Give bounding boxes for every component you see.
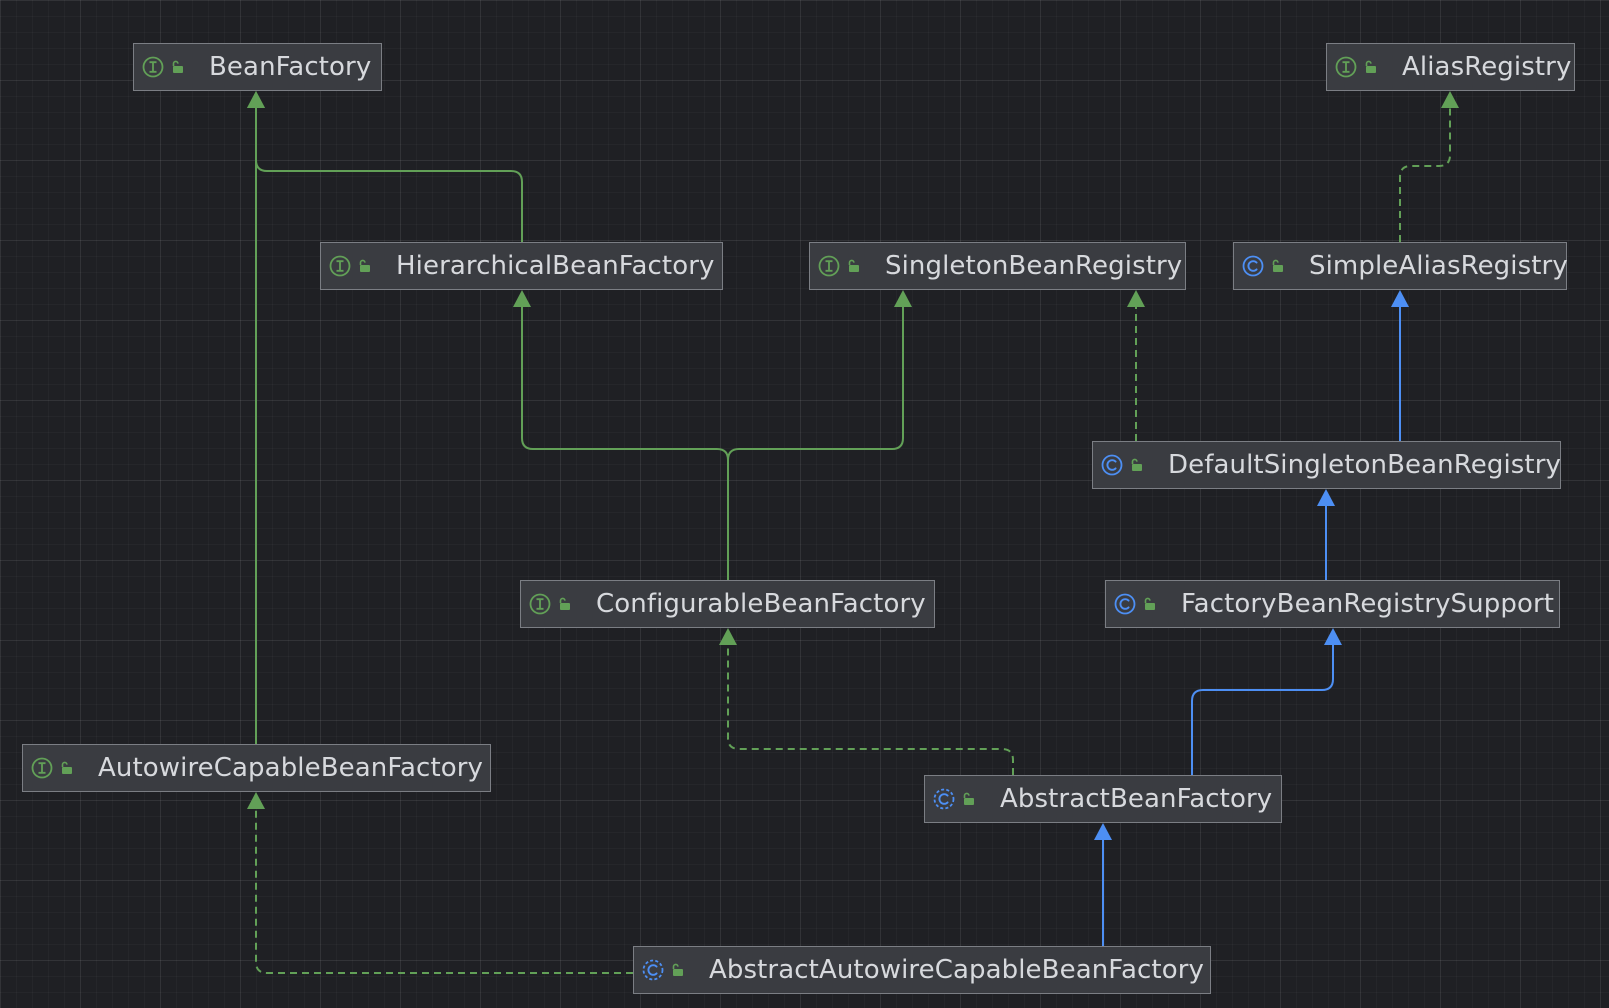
inheritance-edges (247, 91, 1459, 974)
node-bean-factory[interactable]: BeanFactory (133, 43, 382, 91)
node-alias-registry[interactable]: AliasRegistry (1326, 43, 1575, 91)
edge-default-singleton-bean-registry-to-singleton-bean-registry (1127, 290, 1145, 441)
abstract-class-icon (932, 787, 956, 811)
node-label: AbstractBeanFactory (1000, 784, 1273, 814)
edge-hierarchical-bean-factory-to-bean-factory (247, 91, 523, 242)
edge-abstract-autowire-capable-bean-factory-to-autowire-capable-bean-factory (247, 792, 633, 974)
edge-default-singleton-bean-registry-to-simple-alias-registry (1391, 290, 1409, 441)
node-label: AliasRegistry (1402, 52, 1572, 82)
edge-line (255, 107, 523, 242)
node-autowire-capable-bean-factory[interactable]: AutowireCapableBeanFactory (22, 744, 491, 792)
public-access-icon (1143, 597, 1157, 611)
edge-configurable-bean-factory-to-hierarchical-bean-factory (513, 290, 729, 580)
node-label: FactoryBeanRegistrySupport (1181, 589, 1555, 619)
edge-factory-bean-registry-support-to-default-singleton-bean-registry (1317, 489, 1335, 580)
edge-arrowhead (1094, 823, 1112, 840)
edge-abstract-autowire-capable-bean-factory-to-abstract-bean-factory (1094, 823, 1112, 946)
edge-arrowhead (1441, 91, 1459, 108)
node-factory-bean-registry-support[interactable]: FactoryBeanRegistrySupport (1105, 580, 1560, 628)
public-access-icon (558, 597, 572, 611)
node-label: SingletonBeanRegistry (885, 251, 1183, 281)
node-label: AbstractAutowireCapableBeanFactory (709, 955, 1204, 985)
edge-arrowhead (513, 290, 531, 307)
node-hierarchical-bean-factory[interactable]: HierarchicalBeanFactory (320, 242, 723, 290)
public-access-icon (60, 761, 74, 775)
node-label: AutowireCapableBeanFactory (98, 753, 484, 783)
edge-arrowhead (247, 91, 265, 108)
public-access-icon (1271, 259, 1285, 273)
uml-diagram-canvas[interactable]: BeanFactory AliasRegistry HierarchicalBean… (0, 0, 1609, 1008)
node-label: ConfigurableBeanFactory (596, 589, 926, 619)
interface-icon (30, 756, 54, 780)
node-simple-alias-registry[interactable]: SimpleAliasRegistry (1233, 242, 1568, 290)
interface-icon (817, 254, 841, 278)
node-label: DefaultSingletonBeanRegistry (1168, 450, 1561, 480)
edge-abstract-bean-factory-to-configurable-bean-factory (719, 628, 1014, 775)
class-icon (1100, 453, 1124, 477)
interface-icon (328, 254, 352, 278)
edge-arrowhead (1391, 290, 1409, 307)
node-default-singleton-bean-registry[interactable]: DefaultSingletonBeanRegistry (1092, 441, 1561, 489)
interface-icon (1334, 55, 1358, 79)
node-abstract-autowire-capable-bean-factory[interactable]: AbstractAutowireCapableBeanFactory (633, 946, 1211, 994)
public-access-icon (1364, 60, 1378, 74)
abstract-class-icon (641, 958, 665, 982)
class-icon (1113, 592, 1137, 616)
edge-arrowhead (1127, 290, 1145, 307)
edge-line (521, 306, 729, 580)
public-access-icon (358, 259, 372, 273)
public-access-icon (671, 963, 685, 977)
class-icon (1241, 254, 1265, 278)
edge-abstract-bean-factory-to-factory-bean-registry-support (1191, 628, 1342, 775)
edge-line (1399, 107, 1451, 242)
node-label: SimpleAliasRegistry (1309, 251, 1568, 281)
public-access-icon (171, 60, 185, 74)
public-access-icon (1130, 458, 1144, 472)
edge-autowire-capable-bean-factory-to-bean-factory (247, 91, 265, 744)
edge-line (727, 644, 1014, 775)
edge-arrowhead (719, 628, 737, 645)
edge-arrowhead (247, 792, 265, 809)
node-abstract-bean-factory[interactable]: AbstractBeanFactory (924, 775, 1282, 823)
node-singleton-bean-registry[interactable]: SingletonBeanRegistry (809, 242, 1186, 290)
edge-line (255, 808, 633, 974)
node-label: HierarchicalBeanFactory (396, 251, 715, 281)
edge-simple-alias-registry-to-alias-registry (1399, 91, 1459, 242)
interface-icon (528, 592, 552, 616)
node-label: BeanFactory (209, 52, 372, 82)
edge-line (727, 306, 904, 580)
node-configurable-bean-factory[interactable]: ConfigurableBeanFactory (520, 580, 935, 628)
edge-line (1191, 644, 1334, 775)
interface-icon (141, 55, 165, 79)
public-access-icon (962, 792, 976, 806)
public-access-icon (847, 259, 861, 273)
edge-arrowhead (894, 290, 912, 307)
edge-arrowhead (1317, 489, 1335, 506)
edge-configurable-bean-factory-to-singleton-bean-registry (727, 290, 912, 580)
edge-arrowhead (1324, 628, 1342, 645)
